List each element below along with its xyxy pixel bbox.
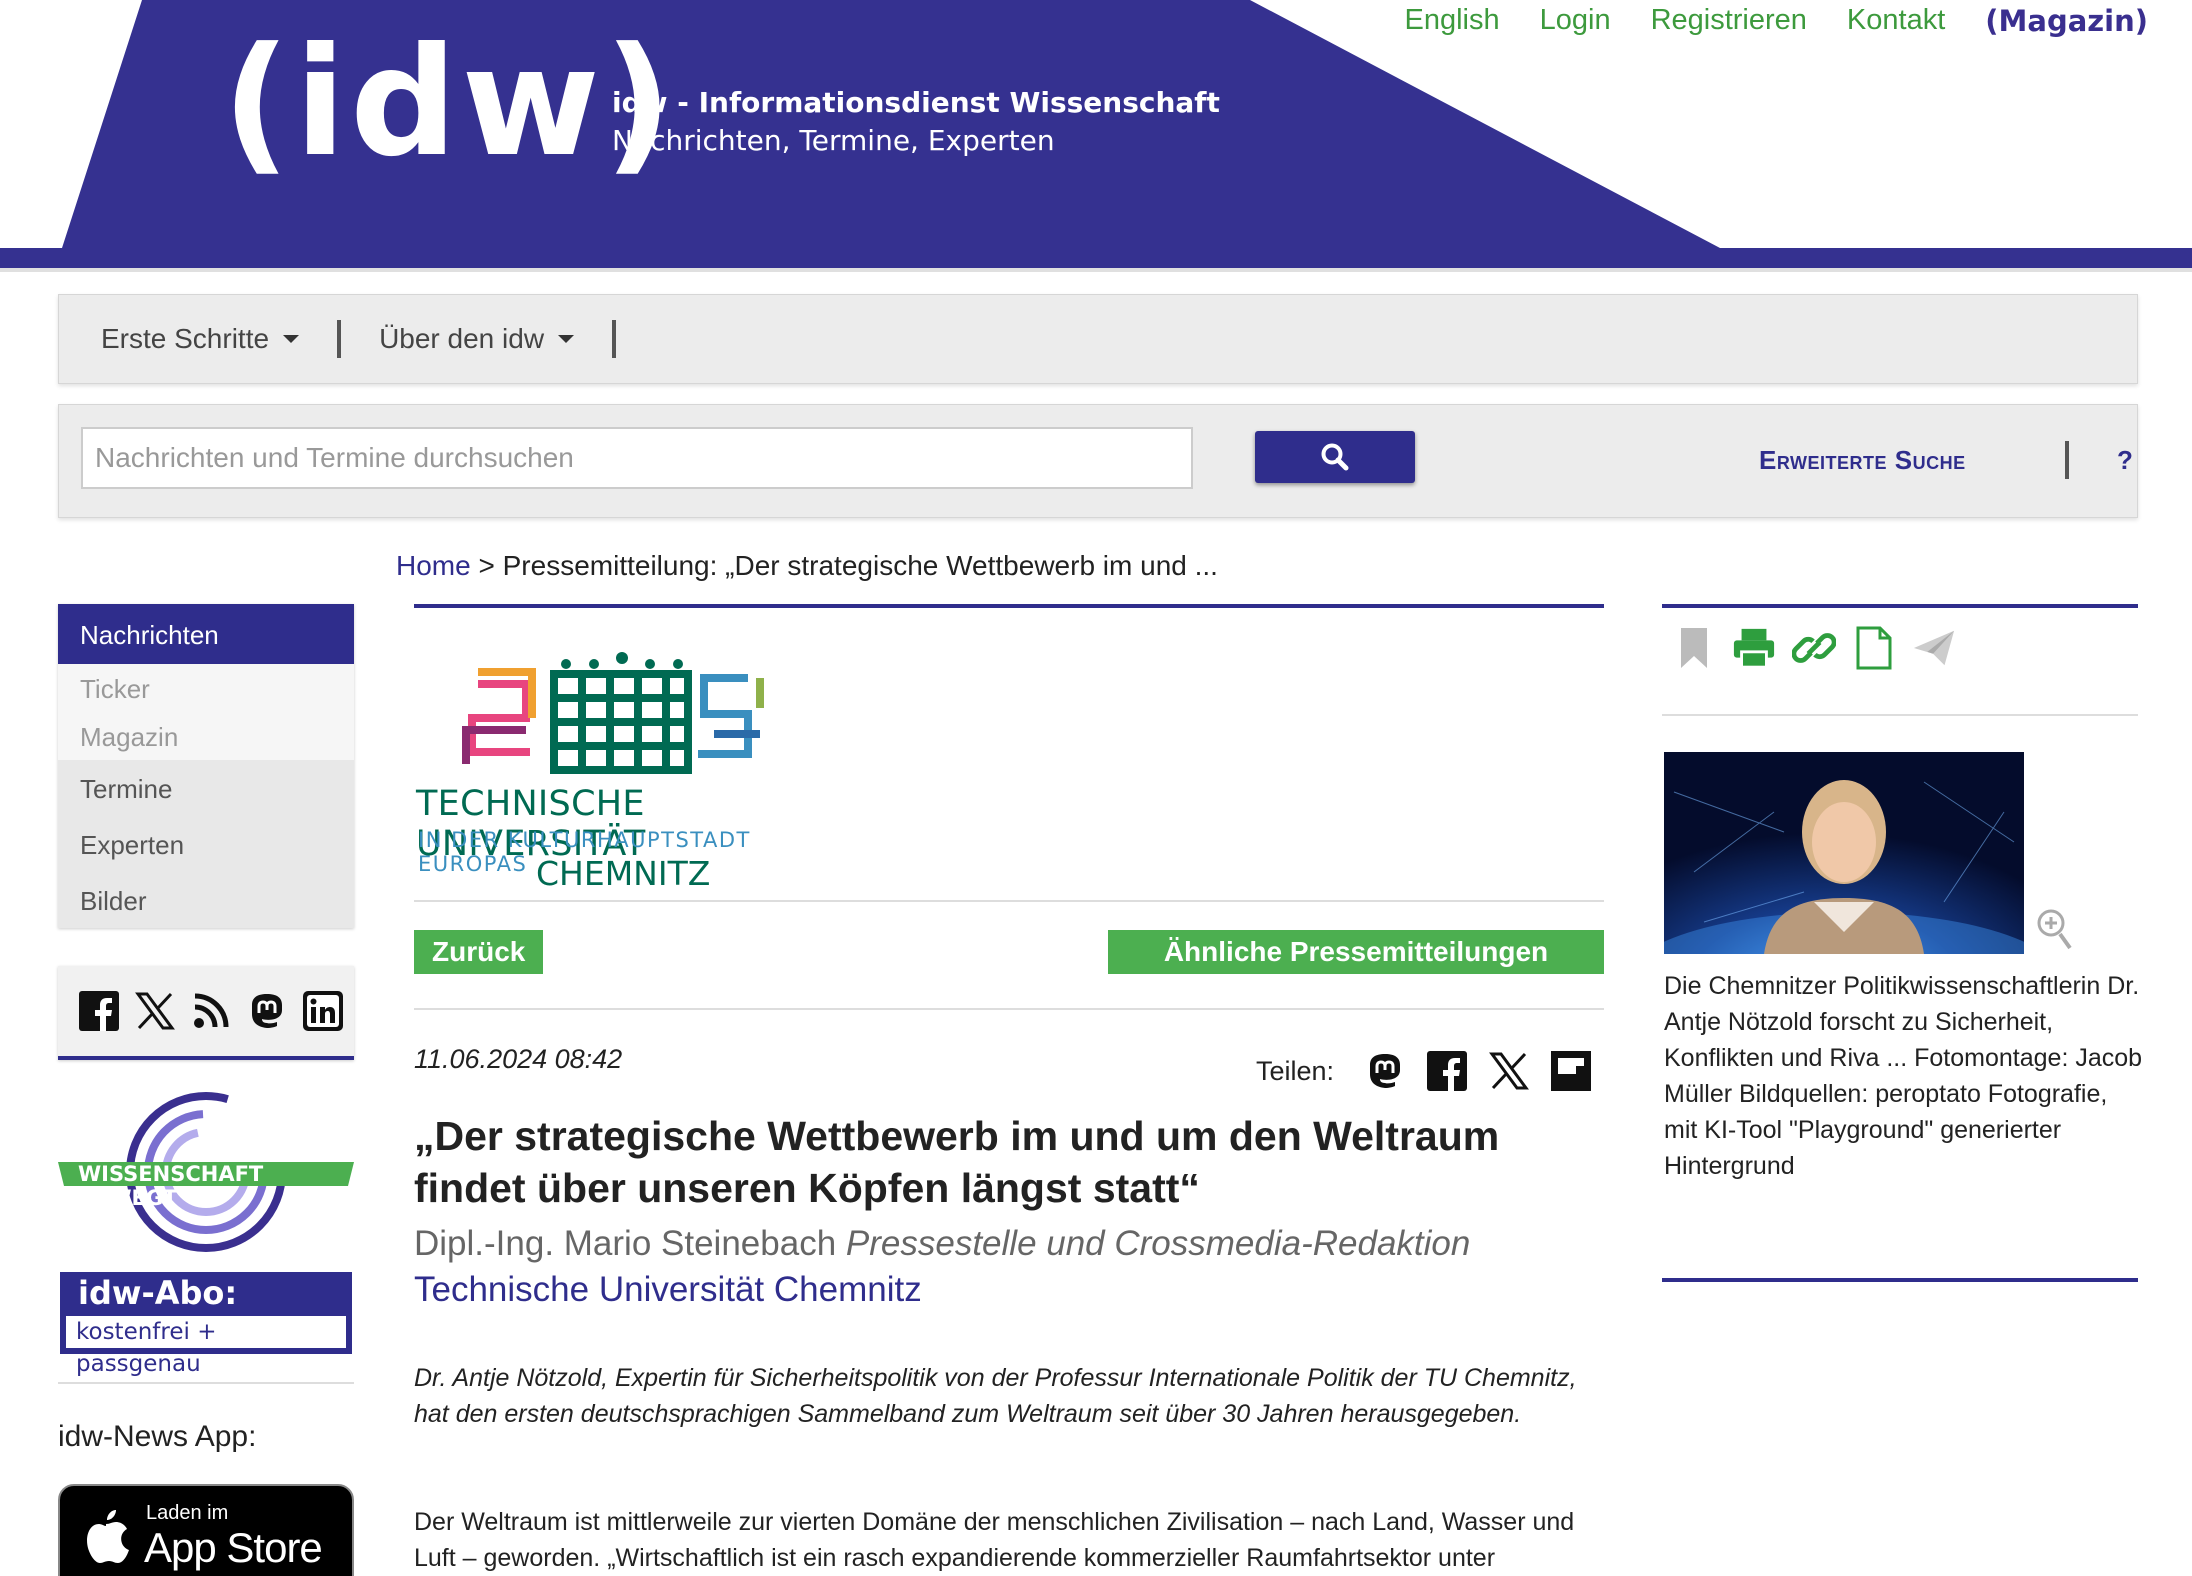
link-english[interactable]: English xyxy=(1404,4,1499,38)
menu-label: Erste Schritte xyxy=(101,323,270,354)
wissenschaft-bewegt-logo[interactable]: WISSENSCHAFT BEWEGT xyxy=(58,1090,354,1256)
menu-separator xyxy=(337,320,342,358)
linkedin-icon[interactable] xyxy=(302,990,344,1032)
mastodon-icon[interactable] xyxy=(246,990,288,1032)
back-button[interactable]: Zurück xyxy=(414,930,544,974)
separator xyxy=(2065,441,2069,479)
link-magazin[interactable]: (Magazin) xyxy=(1985,4,2148,38)
sidebar-item-ticker[interactable]: Ticker xyxy=(58,664,354,712)
app-store-label: App Store xyxy=(144,1524,323,1571)
sidebar-item-bilder[interactable]: Bilder xyxy=(58,872,354,928)
facebook-icon[interactable] xyxy=(78,990,120,1032)
sidebar-nav: Nachrichten Ticker Magazin Termine Exper… xyxy=(58,604,354,928)
article-tools xyxy=(1672,624,1956,672)
author-role: Pressestelle und Crossmedia-Redaktion xyxy=(845,1224,1471,1263)
search-icon xyxy=(1321,443,1349,471)
menu-erste-schritte[interactable]: Erste Schritte xyxy=(101,323,300,355)
link-icon[interactable] xyxy=(1792,624,1836,672)
article-body: Der Weltraum ist mittlerweile zur vierte… xyxy=(414,1508,1575,1572)
flipboard-icon[interactable] xyxy=(1550,1050,1592,1092)
zoom-icon[interactable] xyxy=(2036,908,2074,957)
help-link[interactable]: ? xyxy=(2117,445,2133,476)
advanced-search-link[interactable]: Erweiterte Suche xyxy=(1759,445,1966,476)
menu-label: Über den idw xyxy=(379,323,545,354)
divider xyxy=(414,1008,1604,1010)
institution-link[interactable]: Technische Universität Chemnitz xyxy=(414,1270,922,1310)
divider xyxy=(58,1382,354,1384)
sidebar-item-nachrichten[interactable]: Nachrichten xyxy=(58,604,354,664)
app-store-button[interactable]: Laden im App Store xyxy=(58,1484,354,1576)
print-icon[interactable] xyxy=(1732,624,1776,672)
link-contact[interactable]: Kontakt xyxy=(1847,4,1945,38)
site-header: (idw) idw - Informationsdienst Wissensch… xyxy=(0,0,2192,272)
idw-abo-banner[interactable]: idw-Abo: kostenfrei + passgenau xyxy=(60,1272,352,1377)
menu-ueber-den-idw[interactable]: Über den idw xyxy=(379,323,575,355)
top-links: English Login Registrieren Kontakt (Maga… xyxy=(1404,4,2148,38)
link-register[interactable]: Registrieren xyxy=(1651,4,1807,38)
app-label: idw-News App: xyxy=(58,1420,257,1453)
tu-logo-graphic xyxy=(462,652,764,774)
document-icon[interactable] xyxy=(1852,624,1896,672)
abo-title: idw-Abo: xyxy=(78,1274,238,1312)
breadcrumb: Home > Pressemitteilung: „Der strategisc… xyxy=(396,550,1218,582)
article-author: Dipl.-Ing. Mario Steinebach Pressestelle… xyxy=(414,1224,1470,1264)
site-subtitle: Nachrichten, Termine, Experten xyxy=(612,124,1055,157)
article-lead: Dr. Antje Nötzold, Expertin für Sicherhe… xyxy=(414,1364,1577,1428)
link-login[interactable]: Login xyxy=(1540,4,1611,38)
facebook-icon[interactable] xyxy=(1426,1050,1468,1092)
sidebar-item-magazin[interactable]: Magazin xyxy=(58,712,354,760)
article-date: 11.06.2024 08:42 xyxy=(414,1044,623,1074)
divider xyxy=(1662,1278,2138,1282)
article-headline: „Der strategische Wettbewerb im und um d… xyxy=(414,1113,1500,1211)
author-name: Dipl.-Ing. Mario Steinebach xyxy=(414,1224,837,1263)
caret-down-icon xyxy=(283,335,300,343)
apple-icon xyxy=(87,1510,129,1563)
article-photo[interactable] xyxy=(1624,752,2064,1052)
main-menu: Erste Schritte Über den idw xyxy=(58,294,2138,384)
wissenschaft-bewegt-label: WISSENSCHAFT BEWEGT xyxy=(78,1162,264,1210)
idw-logo[interactable]: (idw) xyxy=(222,28,676,178)
app-store-small-label: Laden im xyxy=(146,1502,229,1524)
breadcrumb-current: Pressemitteilung: „Der strategische Wett… xyxy=(502,550,1218,581)
send-icon[interactable] xyxy=(1912,624,1956,672)
rss-icon[interactable] xyxy=(190,990,232,1032)
divider xyxy=(414,604,1604,608)
site-title: idw - Informationsdienst Wissenschaft xyxy=(612,86,1220,119)
share-bar: Teilen: xyxy=(1256,1050,1592,1092)
menu-separator xyxy=(612,320,617,358)
search-bar: Erweiterte Suche ? xyxy=(58,404,2138,518)
abo-subtitle: kostenfrei + passgenau xyxy=(66,1316,346,1377)
photo-caption: Die Chemnitzer Politikwissenschaftlerin … xyxy=(1664,972,2143,1180)
sidebar-item-termine[interactable]: Termine xyxy=(58,760,354,816)
sidebar-subnav: Ticker Magazin xyxy=(58,664,354,760)
similar-releases-button[interactable]: Ähnliche Pressemitteilungen xyxy=(1108,930,1604,974)
bookmark-icon[interactable] xyxy=(1672,624,1716,672)
x-icon[interactable] xyxy=(1488,1050,1530,1092)
search-input[interactable] xyxy=(81,427,1193,489)
mastodon-icon[interactable] xyxy=(1364,1050,1406,1092)
caret-down-icon xyxy=(558,335,575,343)
x-icon[interactable] xyxy=(134,990,176,1032)
social-links xyxy=(58,966,354,1060)
search-button[interactable] xyxy=(1255,431,1415,483)
divider xyxy=(1662,714,2138,716)
share-label: Teilen: xyxy=(1256,1055,1335,1086)
tu-city: CHEMNITZ xyxy=(536,854,711,893)
sidebar-item-experten[interactable]: Experten xyxy=(58,816,354,872)
tu-chemnitz-logo[interactable]: TECHNISCHE UNIVERSITÄT IN DER KULTURHAUP… xyxy=(414,624,834,893)
breadcrumb-home[interactable]: Home xyxy=(396,550,471,581)
divider xyxy=(1662,604,2138,608)
breadcrumb-separator: > xyxy=(478,550,495,581)
divider xyxy=(414,900,1604,902)
